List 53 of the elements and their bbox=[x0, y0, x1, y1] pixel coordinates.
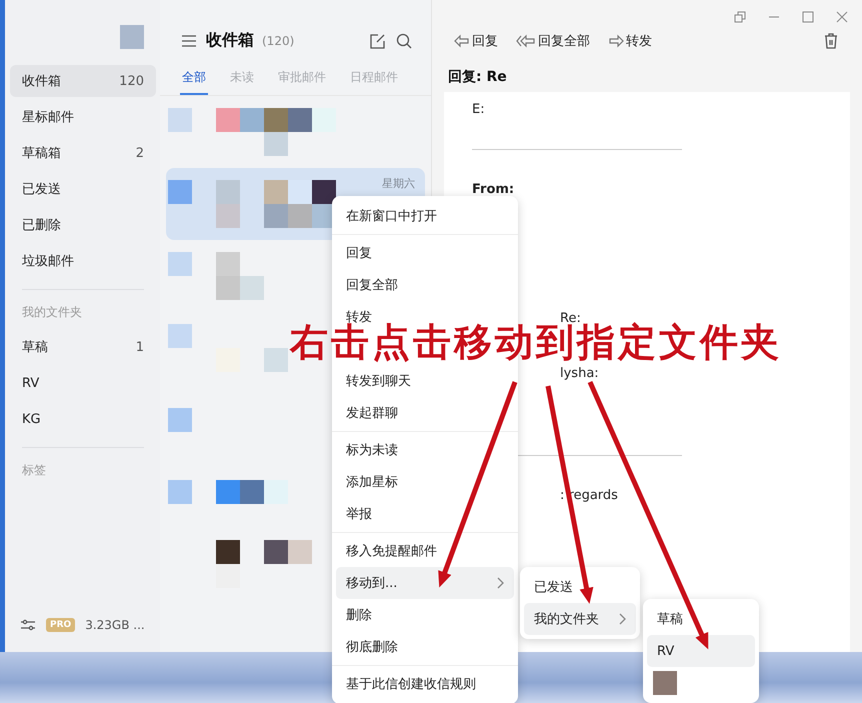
body-text: From: bbox=[472, 182, 516, 197]
trash-icon[interactable] bbox=[822, 32, 840, 50]
folder-item[interactable]: RV bbox=[10, 367, 156, 399]
toolbar-button[interactable]: 回复 bbox=[454, 32, 498, 50]
menu-item[interactable]: 删除 bbox=[336, 599, 514, 631]
message-count: (120) bbox=[262, 34, 296, 48]
folder-item[interactable]: 收件箱 120 bbox=[10, 65, 156, 97]
email-subject: 回复: Re bbox=[447, 68, 508, 87]
menu-item[interactable]: 回复全部 bbox=[336, 269, 514, 301]
menu-item[interactable]: 移入免提醒邮件 bbox=[336, 535, 514, 567]
body-text: E: bbox=[472, 102, 486, 117]
menu-item[interactable]: 基于此信创建收信规则 bbox=[336, 668, 514, 700]
folder-item[interactable]: 草稿箱 2 bbox=[10, 137, 156, 169]
menu-item[interactable]: 标为未读 bbox=[336, 434, 514, 466]
restore-window-icon[interactable] bbox=[734, 11, 746, 23]
section-label: 我的文件夹 bbox=[21, 304, 83, 321]
list-title: 收件箱 bbox=[206, 30, 254, 51]
menu-item[interactable]: 转发到聊天 bbox=[336, 365, 514, 397]
reply-all-arrow-icon bbox=[516, 34, 536, 48]
folder-item[interactable]: 星标邮件 bbox=[10, 101, 156, 133]
toolbar-button[interactable]: 回复全部 bbox=[516, 32, 590, 50]
sliders-icon[interactable] bbox=[20, 618, 36, 632]
pixelated-mosaic-drawing bbox=[168, 408, 192, 432]
maximize-icon[interactable] bbox=[802, 11, 814, 23]
body-text: lysha: bbox=[560, 366, 600, 381]
section-label: 标签 bbox=[21, 462, 47, 479]
menu-item[interactable]: 草稿 bbox=[647, 603, 755, 635]
pixelated-block bbox=[653, 671, 677, 695]
menu-item[interactable]: 移动到... bbox=[336, 567, 514, 599]
menu-item[interactable]: 添加星标 bbox=[336, 466, 514, 498]
storage-text: 3.23GB ... bbox=[85, 618, 145, 632]
message-date: 星期六 bbox=[382, 176, 415, 191]
menu-item[interactable]: 已发送 bbox=[524, 571, 636, 603]
annotation-text: 右击点击移动到指定文件夹 bbox=[290, 322, 782, 362]
menu-item[interactable]: 举报 bbox=[336, 498, 514, 530]
forward-arrow-icon bbox=[608, 34, 624, 48]
toolbar-button[interactable]: 转发 bbox=[608, 32, 652, 50]
menu-item[interactable]: 我的文件夹 bbox=[524, 603, 636, 635]
menu-item[interactable]: 回复 bbox=[336, 237, 514, 269]
menu-item[interactable]: RV bbox=[647, 635, 755, 667]
menu-item[interactable]: 发起群聊 bbox=[336, 397, 514, 429]
folder-item[interactable]: 草稿 1 bbox=[10, 331, 156, 363]
filter-tab[interactable]: 全部 bbox=[180, 63, 208, 95]
folder-item[interactable]: KG bbox=[10, 403, 156, 435]
search-icon[interactable] bbox=[395, 32, 413, 50]
reply-arrow-icon bbox=[454, 34, 470, 48]
folder-item[interactable]: 已发送 bbox=[10, 173, 156, 205]
pro-badge: PRO bbox=[46, 618, 76, 632]
folder-item[interactable]: 垃圾邮件 bbox=[10, 245, 156, 277]
compose-icon[interactable] bbox=[369, 32, 387, 50]
close-icon[interactable] bbox=[836, 11, 848, 23]
folder-item[interactable]: 已删除 bbox=[10, 209, 156, 241]
menu-item[interactable]: 彻底删除 bbox=[336, 631, 514, 663]
